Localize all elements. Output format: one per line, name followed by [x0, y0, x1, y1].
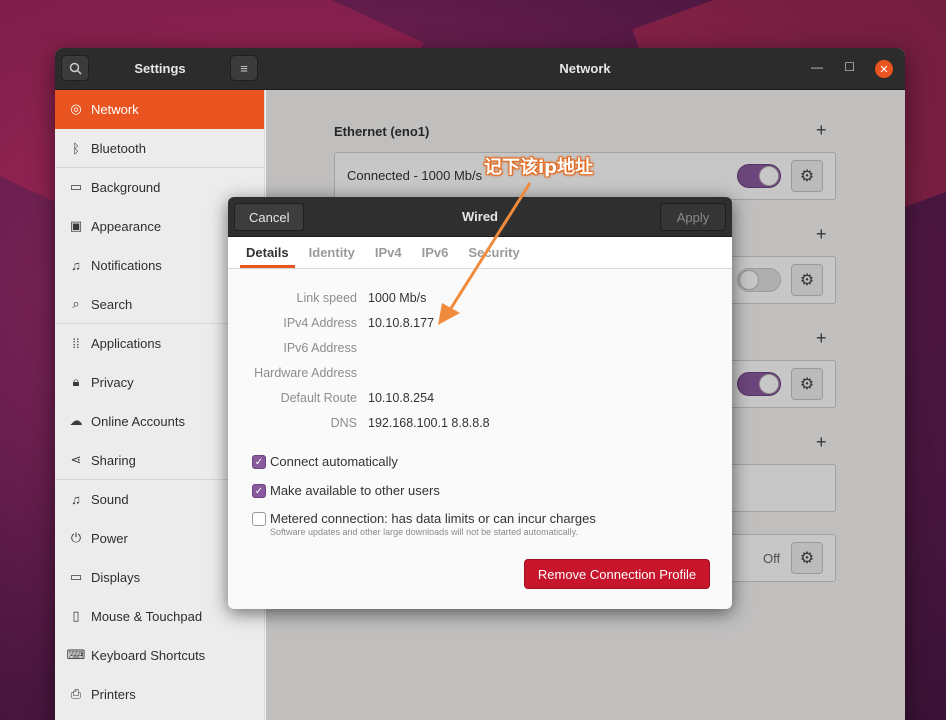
sidebar-item-label: Search: [91, 296, 133, 312]
checkbox-label: Make available to other users: [270, 483, 440, 498]
share-icon: ⋖: [70, 452, 82, 467]
checkmark-icon: ✓: [252, 455, 266, 469]
tab-details[interactable]: Details: [236, 237, 299, 268]
background-icon: ▭: [69, 179, 83, 194]
sidebar-item-label: Keyboard Shortcuts: [91, 647, 206, 663]
search-icon: ⌕: [72, 296, 80, 311]
sidebar-item-label: Privacy: [91, 374, 134, 390]
title-bar: Settings ≡ Network — ☐ ✕: [55, 48, 905, 90]
sidebar-item-label: Sharing: [91, 452, 136, 468]
detail-value: 1000 Mb/s: [368, 291, 427, 305]
tab-identity[interactable]: Identity: [299, 237, 365, 268]
sidebar-item-label: Mouse & Touchpad: [91, 608, 203, 624]
wired-dialog: Cancel Wired Apply Details Identity IPv4…: [228, 197, 732, 609]
sidebar-item-label: Notifications: [91, 257, 162, 273]
cloud-icon: ☁︎: [69, 413, 83, 428]
detail-value: 10.10.8.177: [368, 316, 435, 330]
sidebar-item-label: Applications: [91, 335, 162, 351]
grid-icon: ⁞⁞: [72, 335, 80, 351]
apply-button[interactable]: Apply: [660, 203, 726, 231]
dialog-header: Cancel Wired Apply: [228, 197, 732, 237]
appearance-icon: ▣: [69, 218, 83, 233]
detail-label: DNS: [330, 416, 357, 430]
dialog-title: Wired: [462, 209, 498, 224]
bluetooth-icon: ᛒ: [72, 140, 80, 156]
checkmark-icon: ✓: [252, 484, 266, 498]
sidebar-item-network[interactable]: ◎ Network: [55, 90, 264, 129]
dialog-tabs: Details Identity IPv4 IPv6 Security: [228, 237, 732, 269]
lock-icon: 🔒︎: [72, 374, 80, 389]
detail-value: 10.10.8.254: [368, 391, 435, 405]
checkbox-label: Metered connection: has data limits or c…: [270, 511, 596, 526]
sidebar-item-label: Appearance: [91, 218, 162, 234]
keyboard-icon: ⌨︎: [66, 647, 86, 662]
mouse-icon: ▯: [72, 608, 80, 623]
sidebar-item-printers[interactable]: ⎙ Printers: [55, 675, 264, 714]
detail-label: Hardware Address: [254, 366, 357, 380]
close-button[interactable]: ✕: [875, 60, 893, 78]
sidebar-item-label: Displays: [91, 569, 141, 585]
detail-label: Default Route: [280, 391, 357, 405]
tab-ipv4[interactable]: IPv4: [365, 237, 412, 268]
annotation-text: 记下该ip地址: [484, 157, 594, 178]
sidebar-item-label: Network: [91, 101, 139, 117]
network-icon: ◎: [70, 101, 82, 116]
detail-label: IPv6 Address: [283, 341, 357, 355]
available-to-users-checkbox[interactable]: ✓ Make available to other users: [252, 483, 440, 498]
close-icon: ✕: [879, 63, 889, 76]
hamburger-icon: ≡: [240, 60, 248, 76]
sidebar-item-label: Online Accounts: [91, 413, 185, 429]
display-icon: ▭: [69, 569, 83, 584]
checkbox-label: Connect automatically: [270, 454, 398, 469]
tab-ipv6[interactable]: IPv6: [412, 237, 459, 268]
detail-label: Link speed: [296, 291, 357, 305]
minimize-button[interactable]: —: [811, 60, 823, 74]
tab-security[interactable]: Security: [458, 237, 529, 268]
metered-connection-checkbox[interactable]: Metered connection: has data limits or c…: [252, 511, 596, 537]
sidebar-item-bluetooth[interactable]: ᛒ Bluetooth: [55, 129, 264, 168]
maximize-button[interactable]: ☐: [844, 60, 855, 74]
sidebar-item-label: Bluetooth: [91, 140, 146, 156]
page-title: Network: [559, 61, 611, 76]
sidebar-item-label: Printers: [91, 686, 136, 702]
sidebar-item-keyboard-shortcuts[interactable]: ⌨︎ Keyboard Shortcuts: [55, 636, 264, 675]
power-icon: ⏻: [70, 530, 82, 545]
menu-button[interactable]: ≡: [230, 55, 258, 81]
music-note-icon: ♫: [71, 491, 81, 507]
sidebar-item-label: Sound: [91, 491, 129, 507]
checkbox-subtext: Software updates and other large downloa…: [270, 527, 579, 537]
printer-icon: ⎙: [70, 686, 82, 701]
detail-label: IPv4 Address: [283, 316, 357, 330]
checkbox-empty: [252, 512, 266, 526]
remove-connection-profile-button[interactable]: Remove Connection Profile: [524, 559, 710, 589]
sidebar-item-label: Background: [91, 179, 161, 195]
bell-icon: ♫: [71, 257, 81, 273]
detail-value: 192.168.100.1 8.8.8.8: [368, 416, 490, 430]
sidebar-item-label: Power: [91, 530, 128, 546]
connect-automatically-checkbox[interactable]: ✓ Connect automatically: [252, 454, 398, 469]
